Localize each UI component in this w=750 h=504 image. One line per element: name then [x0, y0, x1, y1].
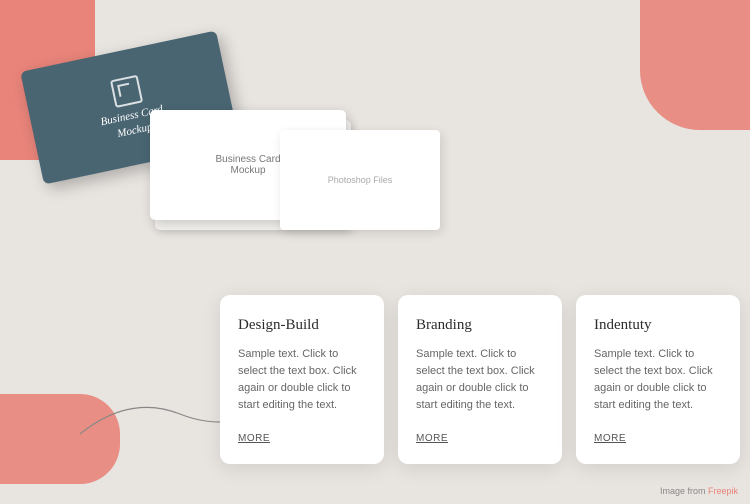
card-icon: [110, 75, 143, 108]
background: Business Card Mockup Business Card Mocku…: [0, 0, 750, 504]
image-credit: Image from Freepik: [660, 486, 738, 496]
feature-card-0: Design-Build Sample text. Click to selec…: [220, 295, 384, 464]
card-link-1[interactable]: MORE: [416, 433, 448, 444]
card-body-0: Sample text. Click to select the text bo…: [238, 346, 366, 414]
card-title-0: Design-Build: [238, 317, 366, 334]
card-body-1: Sample text. Click to select the text bo…: [416, 346, 544, 414]
card-title-1: Branding: [416, 317, 544, 334]
freepik-link[interactable]: Freepik: [708, 486, 738, 496]
mockup-area: Business Card Mockup Business Card Mocku…: [20, 20, 440, 280]
feature-card-1: Branding Sample text. Click to select th…: [398, 295, 562, 464]
card-plain-text: Photoshop Files: [328, 175, 393, 185]
coral-shape-right-top: [640, 0, 750, 130]
feature-card-2: Indentuty Sample text. Click to select t…: [576, 295, 740, 464]
card-plain-mockup: Photoshop Files: [280, 130, 440, 230]
card-body-2: Sample text. Click to select the text bo…: [594, 346, 722, 414]
card-link-0[interactable]: MORE: [238, 433, 270, 444]
feature-cards-container: Design-Build Sample text. Click to selec…: [220, 295, 740, 464]
card-title-2: Indentuty: [594, 317, 722, 334]
card-link-2[interactable]: MORE: [594, 433, 626, 444]
coral-shape-left-bottom: [0, 394, 120, 484]
